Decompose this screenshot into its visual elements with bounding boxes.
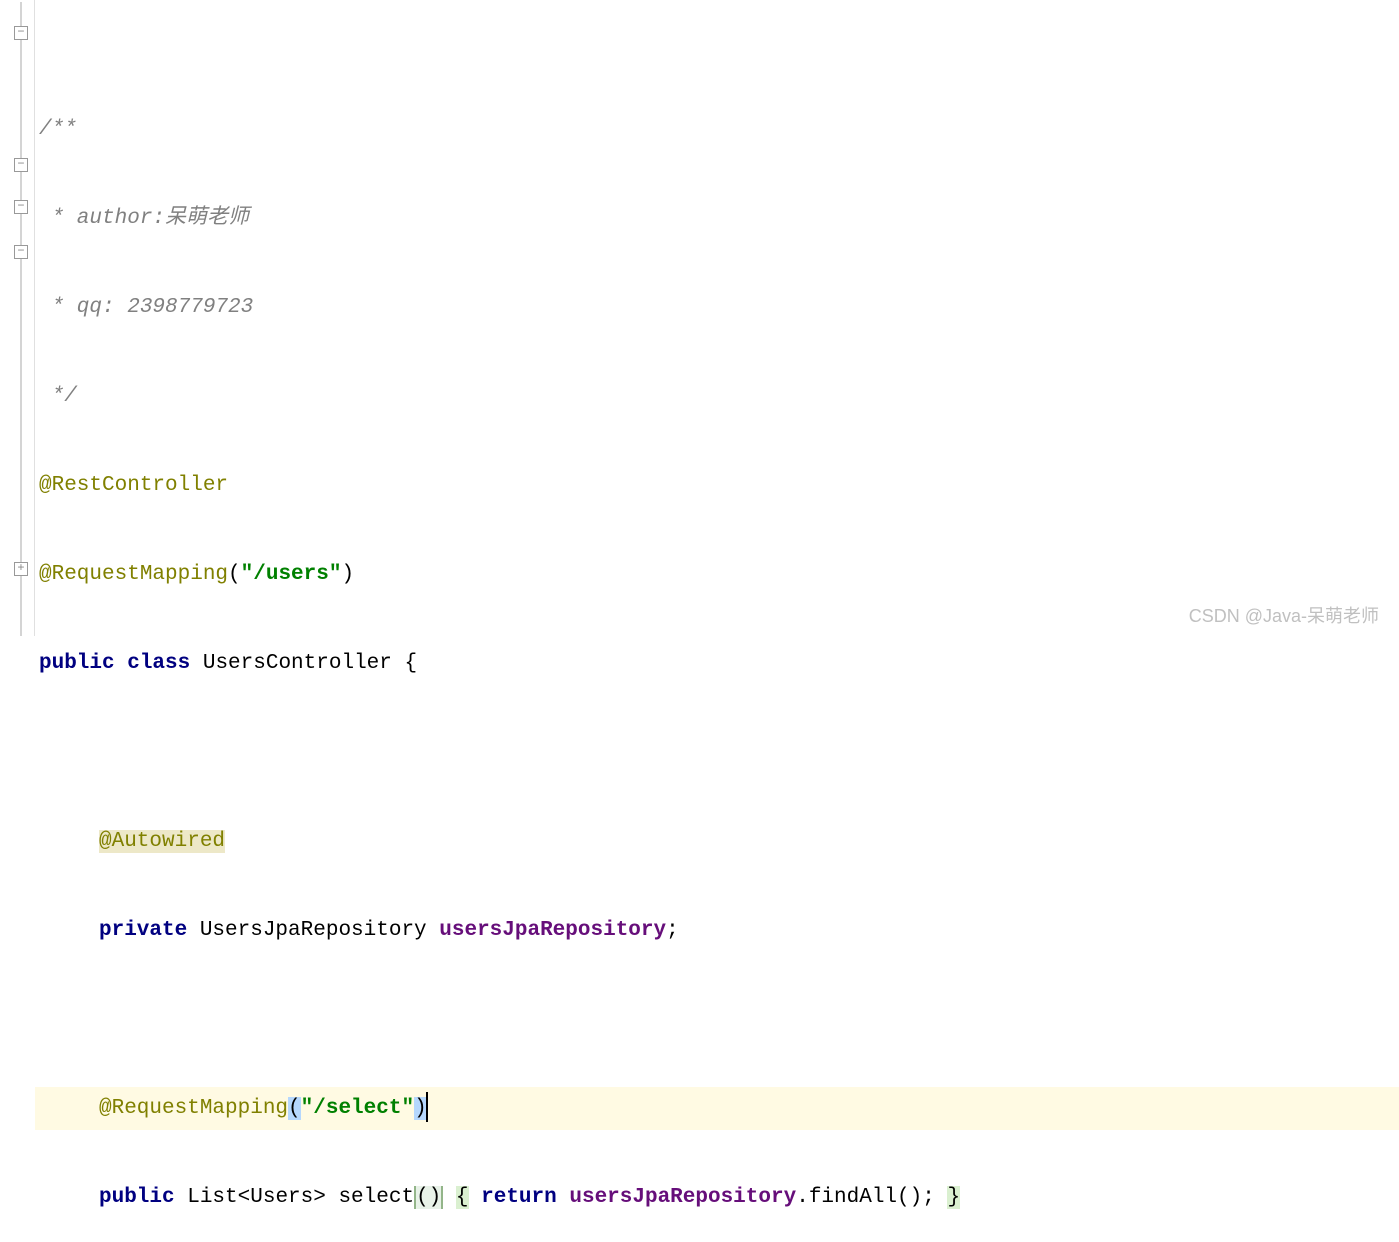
type-identifier: UsersJpaRepository: [187, 919, 439, 942]
method-call: findAll: [809, 1186, 897, 1209]
code-line: private UsersJpaRepository usersJpaRepos…: [35, 909, 1399, 952]
field-identifier: usersJpaRepository: [439, 919, 666, 942]
code-line: /**: [35, 108, 1399, 151]
paren: (): [897, 1186, 922, 1209]
code-line: public List<Users> select() { return use…: [35, 1176, 1399, 1219]
annotation: @Autowired: [99, 830, 225, 853]
code-line: @Autowired: [35, 820, 1399, 863]
editor-gutter: − − − − +: [0, 0, 35, 636]
semicolon: ;: [922, 1186, 935, 1209]
keyword: return: [481, 1186, 557, 1209]
code-line-current: @RequestMapping("/select"): [35, 1087, 1399, 1130]
comment-text: * qq: 2398779723: [39, 296, 253, 319]
code-line: @RequestMapping("/users"): [35, 553, 1399, 596]
annotation: @RequestMapping: [39, 563, 228, 586]
code-line: [35, 46, 1399, 62]
annotation: @RequestMapping: [99, 1097, 288, 1120]
text-cursor: [426, 1092, 428, 1122]
brace-highlight: }: [947, 1186, 960, 1209]
fold-minus-icon[interactable]: −: [14, 158, 28, 172]
fold-minus-icon[interactable]: −: [14, 26, 28, 40]
code-line: * author:呆萌老师: [35, 197, 1399, 240]
space: [469, 1186, 482, 1209]
fold-guide-line: [20, 2, 22, 636]
field-identifier: usersJpaRepository: [569, 1186, 796, 1209]
watermark-text: CSDN @Java-呆萌老师: [1189, 602, 1379, 628]
method-identifier: select: [338, 1186, 414, 1209]
space: [557, 1186, 570, 1209]
comment-text: /**: [39, 118, 77, 141]
keyword: private: [99, 919, 187, 942]
class-identifier: UsersController: [203, 652, 405, 675]
paren-highlight: (: [288, 1097, 301, 1120]
code-line: [35, 998, 1399, 1041]
comment-text: * author:呆萌老师: [39, 207, 249, 230]
paren: ): [341, 563, 354, 586]
space: [935, 1186, 948, 1209]
string-literal: "/users": [241, 563, 342, 586]
space: [443, 1186, 456, 1209]
fold-minus-icon[interactable]: −: [14, 245, 28, 259]
code-line: [35, 731, 1399, 774]
fold-plus-icon[interactable]: +: [14, 562, 28, 576]
code-line: */: [35, 375, 1399, 418]
annotation: @RestController: [39, 474, 228, 497]
code-line: public class UsersController {: [35, 642, 1399, 685]
comment-text: */: [39, 385, 77, 408]
fold-minus-icon[interactable]: −: [14, 200, 28, 214]
dot: .: [796, 1186, 809, 1209]
keyword: public: [99, 1186, 175, 1209]
semicolon: ;: [666, 919, 679, 942]
code-line: * qq: 2398779723: [35, 286, 1399, 329]
keyword: public: [39, 652, 115, 675]
brace: {: [404, 652, 417, 675]
paren: (: [228, 563, 241, 586]
type-identifier: List<Users>: [175, 1186, 339, 1209]
keyword: class: [115, 652, 203, 675]
string-literal: "/select": [301, 1097, 414, 1120]
brace-highlight: {: [456, 1186, 469, 1209]
code-line: @RestController: [35, 464, 1399, 507]
paren: (): [414, 1186, 443, 1209]
